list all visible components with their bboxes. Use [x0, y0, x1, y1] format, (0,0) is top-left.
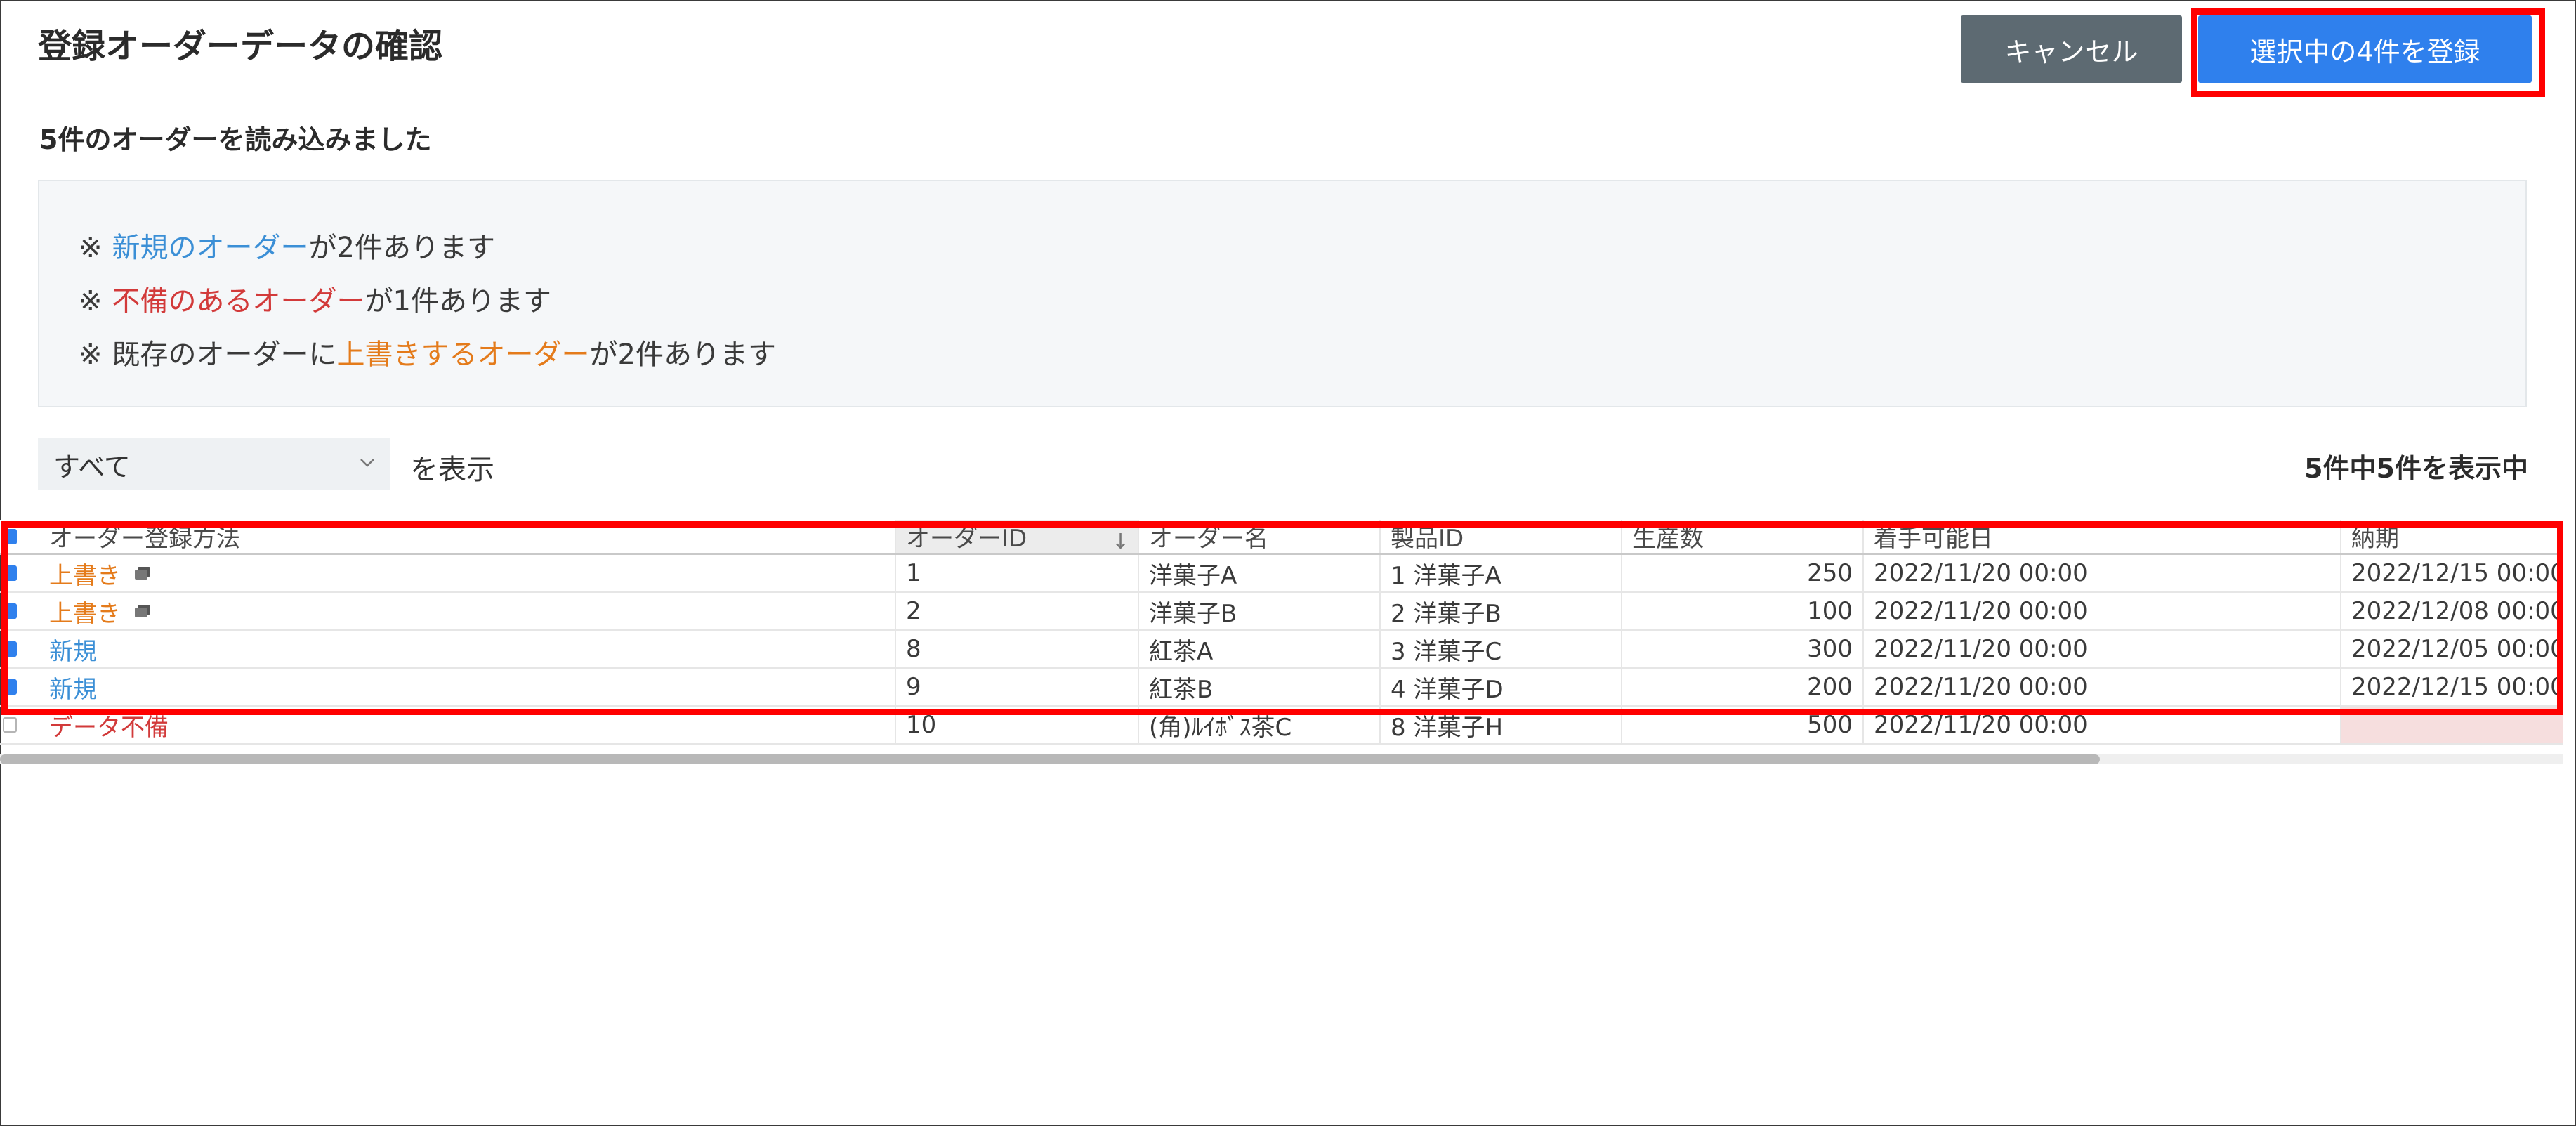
chevron-down-icon — [360, 459, 374, 467]
row-quantity: 200 — [1622, 669, 1864, 705]
notice-mark: ※ — [79, 285, 103, 317]
row-checkbox-cell[interactable] — [0, 631, 17, 667]
header-order-id-label: オーダーID — [906, 525, 1027, 553]
notice-invalid-orders: ※ 不備のあるオーダーが1件あります — [79, 278, 551, 319]
row-quantity: 300 — [1622, 631, 1864, 667]
copy-icon[interactable] — [133, 603, 152, 619]
filter-selected-value: すべて — [53, 451, 131, 483]
notice-highlight-invalid: 不備のあるオーダー — [112, 285, 365, 317]
row-checkbox[interactable] — [3, 565, 17, 581]
row-due-date-invalid — [2341, 707, 2563, 743]
notice-suffix: が2件あります — [308, 232, 495, 264]
row-order-id: 10 — [896, 707, 1139, 743]
horizontal-scrollbar[interactable] — [0, 754, 2563, 764]
row-quantity: 100 — [1622, 593, 1864, 629]
row-quantity: 500 — [1622, 707, 1864, 743]
notice-mark: ※ — [79, 339, 103, 371]
header-order-id[interactable]: オーダーID ↓ — [896, 520, 1139, 553]
register-selected-button[interactable]: 選択中の4件を登録 — [2198, 15, 2532, 83]
notice-suffix: が2件あります — [589, 339, 776, 371]
notice-prefix: 既存のオーダーに — [112, 339, 337, 371]
notice-highlight-overwrite: 上書きするオーダー — [336, 339, 590, 371]
page-title: 登録オーダーデータの確認 — [38, 27, 443, 66]
row-product-id: 1 洋菓子A — [1381, 555, 1622, 591]
notice-suffix: が1件あります — [364, 285, 551, 317]
row-checkbox[interactable] — [3, 603, 17, 619]
row-method: 新規 — [39, 669, 896, 705]
filter-select[interactable]: すべて — [38, 438, 390, 490]
row-order-name: 紅茶A — [1139, 631, 1381, 667]
row-checkbox-cell[interactable] — [0, 593, 17, 629]
row-order-name: 洋菓子A — [1139, 555, 1381, 591]
loaded-message: 5件のオーダーを読み込みました — [39, 124, 432, 155]
notice-highlight-new: 新規のオーダー — [112, 232, 309, 264]
row-start-date: 2022/11/20 00:00 — [1864, 555, 2341, 591]
row-order-id: 9 — [896, 669, 1139, 705]
table-row[interactable]: データ不備 10 (角)ﾙｲﾎﾞｽ茶C 8 洋菓子H 500 2022/11/2… — [0, 707, 2563, 745]
header-product-id[interactable]: 製品ID — [1381, 520, 1622, 553]
row-quantity: 250 — [1622, 555, 1864, 591]
row-start-date: 2022/11/20 00:00 — [1864, 631, 2341, 667]
copy-icon[interactable] — [133, 565, 152, 581]
header-method[interactable]: オーダー登録方法 — [39, 520, 896, 553]
row-product-id: 2 洋菓子B — [1381, 593, 1622, 629]
orders-grid: オーダー登録方法 オーダーID ↓ オーダー名 製品ID 生産数 着手可能日 納期… — [0, 520, 2563, 759]
row-due-date: 2022/12/08 00:00 — [2351, 597, 2563, 625]
sort-down-icon: ↓ — [1111, 530, 1129, 553]
header-order-name[interactable]: オーダー名 — [1139, 520, 1381, 553]
grid-header-row: オーダー登録方法 オーダーID ↓ オーダー名 製品ID 生産数 着手可能日 納期 — [0, 520, 2563, 555]
row-checkbox[interactable] — [3, 717, 17, 733]
table-row[interactable]: 上書き 1 洋菓子A 1 洋菓子A 250 2022/11/20 00:00 2… — [0, 555, 2563, 593]
cancel-button[interactable]: キャンセル — [1961, 15, 2182, 83]
display-count-label: 5件中5件を表示中 — [2304, 453, 2528, 484]
header-due-date[interactable]: 納期 — [2341, 520, 2563, 553]
scrollbar-thumb[interactable] — [0, 754, 2100, 764]
select-all-cell[interactable] — [0, 520, 17, 553]
row-checkbox[interactable] — [3, 641, 17, 657]
row-method-label: 上書き — [49, 599, 121, 628]
notice-overwrite-orders: ※ 既存のオーダーに上書きするオーダーが2件あります — [79, 332, 776, 372]
row-product-id: 3 洋菓子C — [1381, 631, 1622, 667]
row-order-name: 紅茶B — [1139, 669, 1381, 705]
notice-box: ※ 新規のオーダーが2件あります ※ 不備のあるオーダーが1件あります ※ 既存のオー… — [38, 180, 2527, 407]
row-checkbox-cell[interactable] — [0, 555, 17, 591]
row-method: 新規 — [39, 631, 896, 667]
row-checkbox[interactable] — [3, 679, 17, 695]
table-row[interactable]: 新規 8 紅茶A 3 洋菓子C 300 2022/11/20 00:00 202… — [0, 631, 2563, 669]
notice-new-orders: ※ 新規のオーダーが2件あります — [79, 225, 495, 266]
row-order-name: 洋菓子B — [1139, 593, 1381, 629]
row-start-date: 2022/11/20 00:00 — [1864, 593, 2341, 629]
row-checkbox-cell[interactable] — [0, 669, 17, 705]
row-start-date: 2022/11/20 00:00 — [1864, 669, 2341, 705]
filter-suffix-label: を表示 — [410, 454, 494, 486]
table-row[interactable]: 新規 9 紅茶B 4 洋菓子D 200 2022/11/20 00:00 202… — [0, 669, 2563, 707]
row-order-id: 8 — [896, 631, 1139, 667]
select-all-checkbox[interactable] — [3, 528, 17, 544]
notice-mark: ※ — [79, 232, 103, 264]
row-due-date: 2022/12/05 00:00 — [2351, 635, 2563, 663]
row-method: 上書き — [39, 593, 896, 629]
row-method: 上書き — [39, 555, 896, 591]
table-row[interactable]: 上書き 2 洋菓子B 2 洋菓子B 100 2022/11/20 00:00 2… — [0, 593, 2563, 631]
row-checkbox-cell[interactable] — [0, 707, 17, 743]
header-quantity[interactable]: 生産数 — [1622, 520, 1864, 553]
row-product-id: 4 洋菓子D — [1381, 669, 1622, 705]
row-product-id: 8 洋菓子H — [1381, 707, 1622, 743]
row-order-id: 1 — [896, 555, 1139, 591]
row-method: データ不備 — [39, 707, 896, 743]
row-start-date: 2022/11/20 00:00 — [1864, 707, 2341, 743]
row-method-label: 上書き — [49, 561, 121, 590]
row-order-id: 2 — [896, 593, 1139, 629]
row-due-date: 2022/12/15 00:00 — [2351, 673, 2563, 701]
header-start-date[interactable]: 着手可能日 — [1864, 520, 2341, 553]
row-order-name: (角)ﾙｲﾎﾞｽ茶C — [1139, 707, 1381, 743]
row-due-date: 2022/12/15 00:00 — [2351, 559, 2563, 587]
